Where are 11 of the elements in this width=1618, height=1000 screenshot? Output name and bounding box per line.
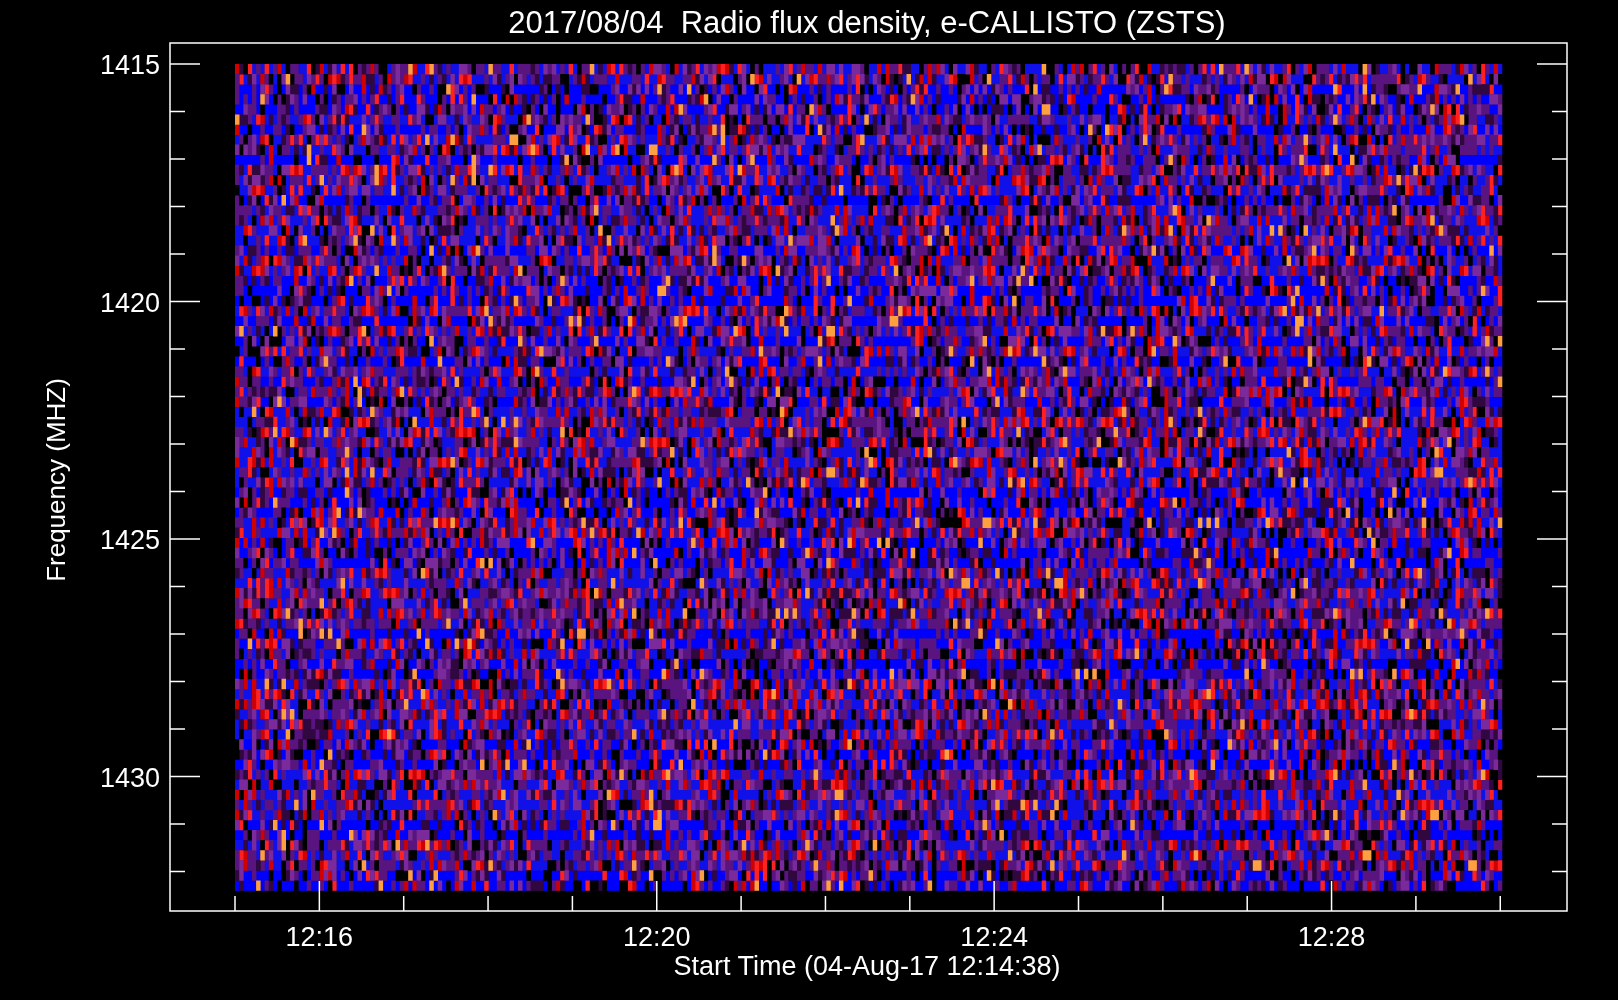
axis-title: Frequency (MHZ) xyxy=(41,378,71,582)
tick-label: 1430 xyxy=(99,762,160,793)
tick-label: 12:28 xyxy=(1297,922,1366,952)
tick-label: 12:20 xyxy=(622,922,691,952)
tick-label: 12:16 xyxy=(285,922,354,952)
tick-label: 1415 xyxy=(99,50,160,80)
tick-label: 1420 xyxy=(99,287,160,318)
axis-title: Start Time (04-Aug-17 12:14:38) xyxy=(673,951,1061,981)
chart-title: 2017/08/04 Radio flux density, e-CALLISTO (ZSTS) xyxy=(508,5,1226,40)
tick-label: 12:24 xyxy=(960,922,1028,952)
tick-label: 1425 xyxy=(99,525,160,555)
